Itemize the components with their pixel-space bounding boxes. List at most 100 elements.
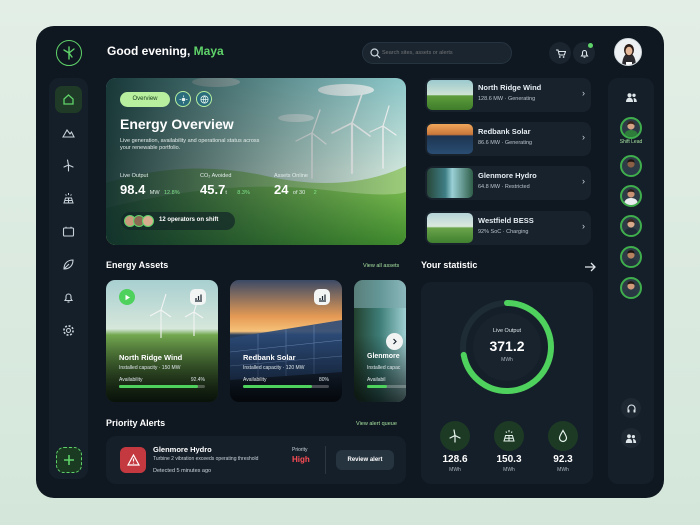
- team-member-avatar[interactable]: [620, 215, 642, 237]
- add-member-button[interactable]: [621, 428, 641, 448]
- card-capacity: Installed capacity · 150 MW: [119, 365, 181, 371]
- wind-metric-value: 128.6: [442, 454, 468, 465]
- support-button[interactable]: [621, 398, 641, 418]
- stat-delta: 2: [313, 190, 317, 196]
- card-capacity: Installed capacity · 120 MW: [243, 365, 305, 371]
- hydro-metric-unit: MWh: [557, 467, 569, 473]
- card-name: Glenmore: [367, 353, 400, 360]
- solar-panel-icon: [63, 193, 74, 204]
- team-member-avatar[interactable]: [620, 246, 642, 268]
- asset-name: Redbank Solar: [478, 127, 531, 136]
- tab-overview[interactable]: Overview: [120, 92, 170, 107]
- chart-badge[interactable]: [190, 289, 206, 305]
- stat-label: CO₂ Avoided: [200, 173, 232, 179]
- chevron-right-icon: ›: [582, 176, 585, 186]
- energy-assets-title: Energy Assets: [106, 260, 169, 270]
- hydro-metric-value: 92.3: [553, 454, 573, 465]
- availability-fill: [119, 385, 199, 388]
- bell-icon: [579, 49, 589, 58]
- availability-fill: [243, 385, 312, 388]
- stat-assets-online: Assets Online 24 of 30 2: [274, 173, 317, 199]
- chart-badge[interactable]: [314, 289, 330, 305]
- sun-icon: [179, 95, 187, 103]
- availability-bar: [243, 385, 329, 388]
- stat-live-output: Live Output 98.4 MW 12.8%: [120, 173, 180, 199]
- globe-button[interactable]: [196, 91, 212, 107]
- person-icon: [624, 219, 638, 235]
- availability-label: Availability: [119, 377, 143, 383]
- asset-card[interactable]: North Ridge Wind Installed capacity · 15…: [106, 280, 218, 402]
- card-capacity: Installed capac: [367, 365, 401, 371]
- team-member-avatar[interactable]: [620, 155, 642, 177]
- nav-sustainability[interactable]: [55, 251, 82, 278]
- person-icon: [624, 189, 638, 205]
- add-button[interactable]: [56, 447, 82, 473]
- gauge-value: 371.2: [489, 338, 525, 354]
- nav-battery[interactable]: [55, 218, 82, 245]
- user-avatar[interactable]: [614, 38, 642, 66]
- statistic-arrow-button[interactable]: [584, 259, 596, 277]
- battery-icon: [62, 226, 75, 237]
- alert-message: Turbine 2 vibration exceeds operating th…: [153, 456, 259, 462]
- search-input[interactable]: [382, 46, 507, 60]
- asset-name: North Ridge Wind: [478, 83, 542, 92]
- asset-status: 128.6 MW · Generating: [478, 96, 536, 102]
- app-window: Good evening, Maya Search sites, assets …: [36, 26, 664, 498]
- nav-alerts[interactable]: [55, 284, 82, 311]
- asset-thumbnail: [427, 80, 473, 110]
- nav-solar[interactable]: [55, 185, 82, 212]
- stat-value: 45.7: [200, 182, 226, 197]
- chart-icon: [318, 294, 326, 302]
- nav-settings[interactable]: [55, 317, 82, 344]
- asset-row[interactable]: North Ridge Wind 128.6 MW · Generating ›: [425, 78, 591, 112]
- asset-card[interactable]: Redbank Solar Installed capacity · 120 M…: [230, 280, 342, 402]
- asset-row[interactable]: Redbank Solar 86.6 MW · Generating ›: [425, 122, 591, 156]
- asset-row[interactable]: Westfield BESS 92% SoC · Charging ›: [425, 211, 591, 245]
- asset-row[interactable]: Glenmore Hydro 64.8 MW · Restricted ›: [425, 166, 591, 200]
- leaf-icon: [63, 259, 74, 270]
- carousel-next-button[interactable]: [386, 333, 403, 350]
- notification-dot: [588, 43, 593, 48]
- cart-button[interactable]: [549, 42, 571, 64]
- asset-status: 64.8 MW · Restricted: [478, 184, 530, 190]
- stat-co2-avoided: CO₂ Avoided 45.7t 8.3%: [200, 173, 250, 199]
- play-button[interactable]: [119, 289, 135, 305]
- chart-icon: [194, 294, 202, 302]
- alert-card[interactable]: Glenmore Hydro Turbine 2 vibration excee…: [106, 436, 406, 484]
- nav-wind[interactable]: [55, 152, 82, 179]
- gauge-label: Live Output: [492, 328, 522, 334]
- team-member-avatar[interactable]: [620, 277, 642, 299]
- warning-icon: [126, 454, 140, 466]
- play-icon: [125, 294, 130, 300]
- team-member-avatar[interactable]: [620, 185, 642, 207]
- team-member-avatar[interactable]: [620, 117, 642, 139]
- asset-thumbnail: [427, 213, 473, 243]
- chevron-right-icon: [393, 338, 397, 345]
- weather-button[interactable]: [175, 91, 191, 107]
- stat-label: Live Output: [120, 173, 149, 179]
- review-alert-button[interactable]: Review alert: [336, 450, 394, 470]
- alert-badge: [120, 447, 146, 473]
- nav-home[interactable]: [55, 86, 82, 113]
- asset-name: Westfield BESS: [478, 216, 534, 225]
- hero-description: Live generation, availability and operat…: [120, 138, 260, 151]
- alert-divider: [325, 446, 326, 474]
- nav-sites[interactable]: [55, 119, 82, 146]
- card-name: Redbank Solar: [243, 353, 296, 362]
- person-icon: [624, 121, 638, 137]
- view-alert-queue-link[interactable]: View alert queue: [356, 421, 397, 427]
- view-all-assets-link[interactable]: View all assets: [363, 263, 399, 269]
- availability-label: Availability: [243, 377, 267, 383]
- stat-value: 24: [274, 182, 289, 197]
- wind-metric-unit: MWh: [449, 467, 461, 473]
- user-portrait-icon: [615, 39, 641, 65]
- hydro-metric-icon-badge: [548, 421, 578, 451]
- mountain-icon: [62, 129, 75, 138]
- wind-turbine-icon: [449, 429, 461, 443]
- team-button[interactable]: [621, 87, 641, 107]
- operators-pill[interactable]: 12 operators on shift: [121, 212, 235, 230]
- search-bar[interactable]: [362, 42, 512, 64]
- asset-thumbnail: [427, 168, 473, 198]
- logo[interactable]: [56, 40, 82, 66]
- notifications-button[interactable]: [573, 42, 595, 64]
